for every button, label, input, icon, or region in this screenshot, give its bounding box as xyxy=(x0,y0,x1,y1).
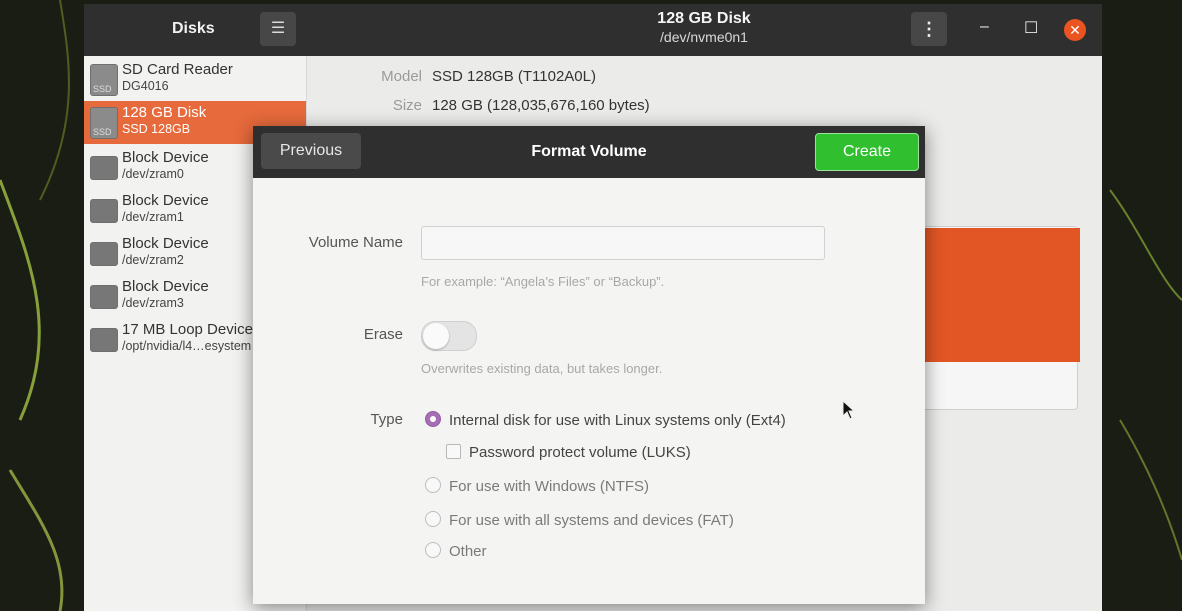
minimize-button[interactable]: – xyxy=(980,18,989,36)
size-value: 128 GB (128,035,676,160 bytes) xyxy=(432,97,650,114)
radio-selected-icon xyxy=(425,411,441,427)
volume-partition-block[interactable] xyxy=(924,228,1080,362)
drive-options-button[interactable]: ⋮ xyxy=(911,12,947,46)
create-button[interactable]: Create xyxy=(815,133,919,171)
type-option-other[interactable]: Other xyxy=(425,542,487,560)
close-button[interactable]: ✕ xyxy=(1064,19,1086,41)
hamburger-icon: ☰ xyxy=(270,20,286,37)
disk-title: 128 GB Disk xyxy=(657,10,751,27)
toggle-knob xyxy=(423,323,449,349)
radio-icon xyxy=(425,477,441,493)
app-title: Disks xyxy=(172,20,215,37)
model-value: SSD 128GB (T1102A0L) xyxy=(432,68,596,85)
kebab-icon: ⋮ xyxy=(920,19,938,39)
erase-label: Erase xyxy=(363,326,403,343)
option-label: For use with Windows (NTFS) xyxy=(449,478,650,495)
type-option-ext4[interactable]: Internal disk for use with Linux systems… xyxy=(425,411,786,429)
previous-button[interactable]: Previous xyxy=(261,133,361,169)
volume-name-label: Volume Name xyxy=(308,234,403,251)
drive-icon xyxy=(90,285,118,309)
type-option-ntfs[interactable]: For use with Windows (NTFS) xyxy=(425,477,649,495)
volume-name-hint: For example: “Angela’s Files” or “Backup… xyxy=(421,274,665,289)
app-menu-button[interactable]: ☰ xyxy=(260,12,296,46)
type-option-fat[interactable]: For use with all systems and devices (FA… xyxy=(425,511,734,529)
dialog-title: Format Volume xyxy=(531,143,647,160)
dialog-header: Previous Format Volume Create xyxy=(253,126,925,178)
erase-toggle[interactable] xyxy=(421,321,477,351)
size-row: Size xyxy=(84,97,422,117)
maximize-button[interactable]: ☐ xyxy=(1024,18,1038,38)
header-bar: Disks ☰ 128 GB Disk /dev/nvme0n1 ⋮ – ☐ ✕ xyxy=(84,4,1102,56)
format-volume-dialog: Previous Format Volume Create Volume Nam… xyxy=(253,126,925,604)
type-label: Type xyxy=(370,411,403,428)
erase-hint: Overwrites existing data, but takes long… xyxy=(421,361,663,376)
drive-icon xyxy=(90,328,118,352)
option-label: Other xyxy=(449,543,487,560)
disk-path: /dev/nvme0n1 xyxy=(660,29,748,45)
option-label: For use with all systems and devices (FA… xyxy=(449,512,734,529)
size-label: Size xyxy=(392,97,422,114)
maximize-icon: ☐ xyxy=(1024,20,1039,37)
mouse-pointer-icon xyxy=(842,400,856,420)
option-label: Internal disk for use with Linux systems… xyxy=(449,412,786,429)
drive-icon xyxy=(90,199,118,223)
radio-icon xyxy=(425,511,441,527)
radio-icon xyxy=(425,542,441,558)
drive-icon xyxy=(90,156,118,180)
drive-icon xyxy=(90,242,118,266)
volume-name-input[interactable] xyxy=(421,226,825,260)
close-icon: ✕ xyxy=(1069,22,1081,38)
option-label: Password protect volume (LUKS) xyxy=(469,444,691,461)
luks-checkbox[interactable]: Password protect volume (LUKS) xyxy=(446,444,691,461)
model-row: Model xyxy=(84,68,422,88)
checkbox-icon xyxy=(446,444,461,459)
model-label: Model xyxy=(381,68,422,85)
disk-title-block: 128 GB Disk /dev/nvme0n1 xyxy=(604,10,804,45)
minimize-icon: – xyxy=(980,18,989,35)
